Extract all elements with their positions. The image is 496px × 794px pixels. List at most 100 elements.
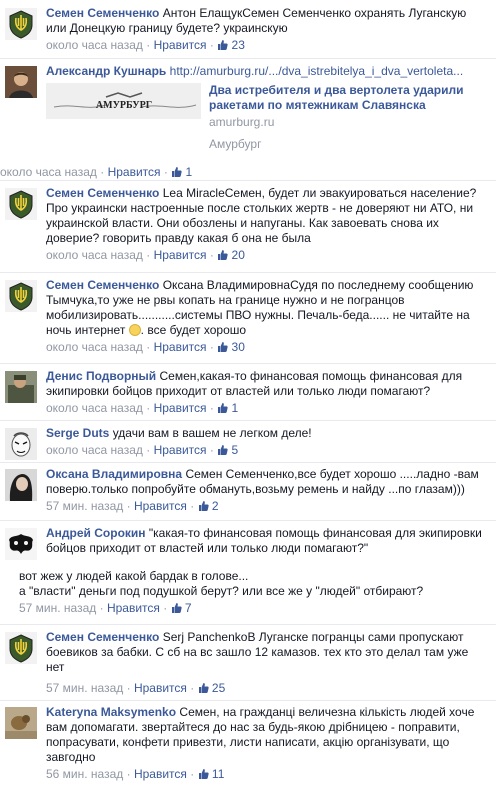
separator: · [206,340,218,354]
separator: · [96,601,107,615]
like-count[interactable]: 2 [198,499,219,513]
divider [0,58,496,59]
like-count[interactable]: 20 [217,248,245,262]
comment-text-block: Андрей Сорокин "какая-то финансовая помо… [46,526,488,556]
thumbs-up-icon [198,500,209,511]
thumbs-up-icon [171,602,182,613]
like-count[interactable]: 30 [217,340,245,354]
divider [0,272,496,273]
avatar[interactable] [5,280,37,312]
comment-time[interactable]: 57 мин. назад [46,681,123,695]
like-button[interactable]: Нравится [134,681,187,695]
comment-meta: около часа назад · Нравится · 1 [46,401,488,416]
separator: · [123,767,134,781]
like-count[interactable]: 25 [198,681,226,695]
comment-text: удачи вам в вашем не легком деле! [112,426,312,440]
like-count[interactable]: 11 [198,767,225,781]
shield-trident-icon [5,632,37,664]
avatar[interactable] [5,66,37,98]
avatar[interactable] [5,528,37,560]
like-button[interactable]: Нравится [154,443,207,457]
comment-text-block: Семен Семенченко Антон ЕлащукСемен Семен… [46,6,488,36]
link-preview-title[interactable]: Два истребителя и два вертолета ударили … [209,83,469,113]
link-preview-site-name: Амурбург [209,137,262,151]
avatar[interactable] [5,469,37,501]
comment-time[interactable]: около часа назад [46,248,143,262]
user-photo-icon [5,707,37,739]
like-count[interactable]: 1 [171,165,192,179]
separator: · [159,601,171,615]
divider [0,624,496,625]
avatar[interactable] [5,371,37,403]
comment-author[interactable]: Kateryna Maksymenko [46,705,176,719]
like-button[interactable]: Нравится [107,601,160,615]
like-button[interactable]: Нравится [108,165,161,179]
like-count[interactable]: 5 [217,443,238,457]
divider [0,180,496,181]
like-button[interactable]: Нравится [154,401,207,415]
comment-author[interactable]: Денис Подворный [46,369,156,383]
thumbs-up-icon [217,341,228,352]
comment-text-block: Семен Семенченко Lea MiracleСемен, будет… [46,186,488,246]
comment-time[interactable]: 56 мин. назад [46,767,123,781]
comment-time[interactable]: 57 мин. назад [46,499,123,513]
like-count-value: 30 [231,340,245,354]
comment-author[interactable]: Оксана Владимировна [46,467,182,481]
like-count[interactable]: 23 [217,38,245,52]
thumbs-up-icon [198,682,209,693]
comment-author[interactable]: Семен Семенченко [46,278,159,292]
separator: · [186,499,198,513]
thumbs-up-icon [171,166,182,177]
like-button[interactable]: Нравится [154,248,207,262]
separator: · [123,499,134,513]
divider [0,520,496,521]
like-button[interactable]: Нравится [154,340,207,354]
link-preview-image[interactable]: АМУРБУРГ [46,83,201,119]
site-logo-icon: АМУРБУРГ [46,83,201,119]
comment-meta: около часа назад · Нравится · 23 [46,38,488,53]
like-count[interactable]: 1 [217,401,238,415]
comment-meta: 57 мин. назад · Нравится · 2 [46,499,488,514]
avatar[interactable] [5,428,37,460]
comment-author[interactable]: Семен Семенченко [46,6,159,20]
avatar[interactable] [5,8,37,40]
comment-link[interactable]: http://amurburg.ru/.../dva_istrebitelya_… [170,64,464,78]
separator: · [142,401,154,415]
shield-trident-icon [5,188,37,220]
comment-author[interactable]: Александр Кушнарь [46,64,166,78]
site-logo-text: АМУРБУРГ [96,100,152,111]
comment-author[interactable]: Семен Семенченко [46,186,159,200]
like-count-value: 1 [231,401,239,415]
separator: · [206,443,218,457]
smiley-icon [128,324,141,336]
like-button[interactable]: Нравится [154,38,207,52]
avatar[interactable] [5,632,37,664]
separator: · [142,248,154,262]
comment-time[interactable]: около часа назад [0,165,97,179]
like-count[interactable]: 7 [171,601,192,615]
link-preview[interactable]: АМУРБУРГ Два истребителя и два вертолета… [46,83,488,161]
comment-time[interactable]: около часа назад [46,340,143,354]
user-photo-icon [5,66,37,98]
like-count-value: 11 [211,767,225,781]
separator: · [206,248,218,262]
comment-author[interactable]: Андрей Сорокин [46,526,146,540]
divider [0,462,496,463]
like-button[interactable]: Нравится [134,499,187,513]
like-count-value: 25 [211,681,226,695]
comment-time[interactable]: 57 мин. назад [19,601,96,615]
comment-author[interactable]: Семен Семенченко [46,630,159,644]
like-button[interactable]: Нравится [134,767,187,781]
separator: · [142,340,154,354]
avatar[interactable] [5,707,37,739]
like-count-value: 7 [184,601,192,615]
comment-author[interactable]: Serge Duts [46,426,109,440]
comment-time[interactable]: около часа назад [46,38,143,52]
separator: · [123,681,134,695]
comment-time[interactable]: около часа назад [46,401,143,415]
avatar[interactable] [5,188,37,220]
comment-text-block: Денис Подворный Семен,какая-то финансова… [46,369,488,399]
comment-time[interactable]: около часа назад [46,443,143,457]
separator: · [96,165,108,179]
comment-text-block: Семен Семенченко Оксана ВладимировнаСудя… [46,278,488,338]
